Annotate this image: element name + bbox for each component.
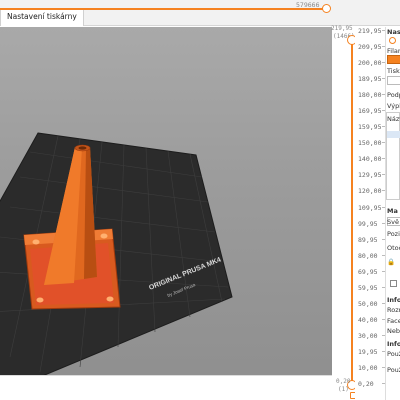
layer-scale-tick-label: 89,95 bbox=[358, 235, 378, 244]
layer-scale-tick-label: 50,00 bbox=[358, 299, 378, 308]
printer-label: Tisk bbox=[387, 67, 400, 75]
object-list-name-header: Názv bbox=[387, 115, 400, 123]
horizontal-move-slider[interactable] bbox=[0, 375, 332, 400]
used-filament-weight-label: Použ bbox=[387, 366, 400, 374]
layer-slider-bottom-value: 0,20 bbox=[336, 378, 351, 385]
sliced-info-header: Info bbox=[387, 340, 400, 348]
layer-scale-tick-label: 219,95 bbox=[358, 27, 382, 35]
scene-canvas[interactable]: ORIGINAL PRUSA MK4 by Josef Prusa bbox=[0, 27, 332, 400]
preset-label: Nasta bbox=[387, 28, 400, 36]
layer-scale-tick-label: 159,95 bbox=[358, 123, 382, 132]
layer-scale-tick-label: 19,95 bbox=[358, 347, 378, 356]
filament-label: Filam bbox=[387, 47, 400, 55]
info-header: Info bbox=[387, 296, 400, 304]
tab-bar: Nastavení tiskárny bbox=[0, 0, 400, 26]
layer-scale-tick-label: 120,00 bbox=[358, 187, 382, 196]
layer-slider-bottom-layer: (1) bbox=[338, 386, 349, 393]
layer-scale-tick-label: 189,95 bbox=[358, 75, 382, 84]
manipulation-header: Ma bbox=[387, 207, 398, 215]
layer-slider-track[interactable] bbox=[351, 42, 353, 382]
support-label: Podp bbox=[387, 91, 400, 99]
horizontal-slider-track[interactable] bbox=[0, 8, 325, 10]
layer-scale-tick-label: 180,00 bbox=[358, 91, 382, 100]
coordinate-system-value: Svě bbox=[387, 218, 399, 226]
object-list[interactable] bbox=[386, 112, 400, 200]
infill-label: Výplň bbox=[387, 102, 400, 110]
layer-scale-tick-label: 209,95 bbox=[358, 43, 382, 52]
layer-scale-tick-label: 140,00 bbox=[358, 155, 382, 164]
layer-scale-tick-label: 69,95 bbox=[358, 267, 378, 276]
used-filament-label: Použ bbox=[387, 350, 400, 358]
layer-scale-tick-label: 59,95 bbox=[358, 283, 378, 292]
layer-scale-tick-label: 30,00 bbox=[358, 331, 378, 340]
size-label: Rozm bbox=[387, 306, 400, 314]
scale-lock-icon[interactable]: 🔒 bbox=[387, 258, 395, 266]
layer-scale-tick-label: 150,00 bbox=[358, 139, 382, 148]
printer-select[interactable] bbox=[387, 76, 400, 85]
rotation-label: Otoč bbox=[387, 244, 400, 252]
layer-scale-tick-label: 200,00 bbox=[358, 59, 382, 68]
3d-viewport[interactable]: ORIGINAL PRUSA MK4 by Josef Prusa bbox=[0, 27, 332, 400]
layer-slider-top-value: 219,95 bbox=[331, 25, 353, 32]
layer-scale-tick-label: 40,00 bbox=[358, 315, 378, 324]
tab-printer-settings[interactable]: Nastavení tiskárny bbox=[0, 8, 84, 26]
position-label: Pozi bbox=[387, 230, 400, 238]
layer-scale-tick-label: 10,00 bbox=[358, 363, 378, 372]
layer-scale-tick-label: 109,95 bbox=[358, 203, 382, 212]
filament-color-swatch[interactable] bbox=[387, 55, 400, 64]
uniform-scale-checkbox[interactable] bbox=[390, 280, 397, 287]
manifold-label: Nebo bbox=[387, 327, 400, 335]
layer-scale-tick-label: 169,95 bbox=[358, 107, 382, 116]
preset-gear-icon[interactable] bbox=[389, 37, 396, 44]
layer-scale-tick-label: 0,20 bbox=[358, 380, 374, 388]
object-list-selected-row[interactable] bbox=[387, 131, 400, 138]
layer-scale-tick-label: 129,95 bbox=[358, 171, 382, 180]
horizontal-slider-value: 579666 bbox=[296, 1, 320, 9]
facets-label: Face bbox=[387, 317, 400, 325]
horizontal-slider-handle[interactable] bbox=[322, 4, 331, 13]
layer-scale-tick-label: 80,00 bbox=[358, 251, 378, 260]
layer-scale-tick-label: 99,95 bbox=[358, 219, 378, 228]
